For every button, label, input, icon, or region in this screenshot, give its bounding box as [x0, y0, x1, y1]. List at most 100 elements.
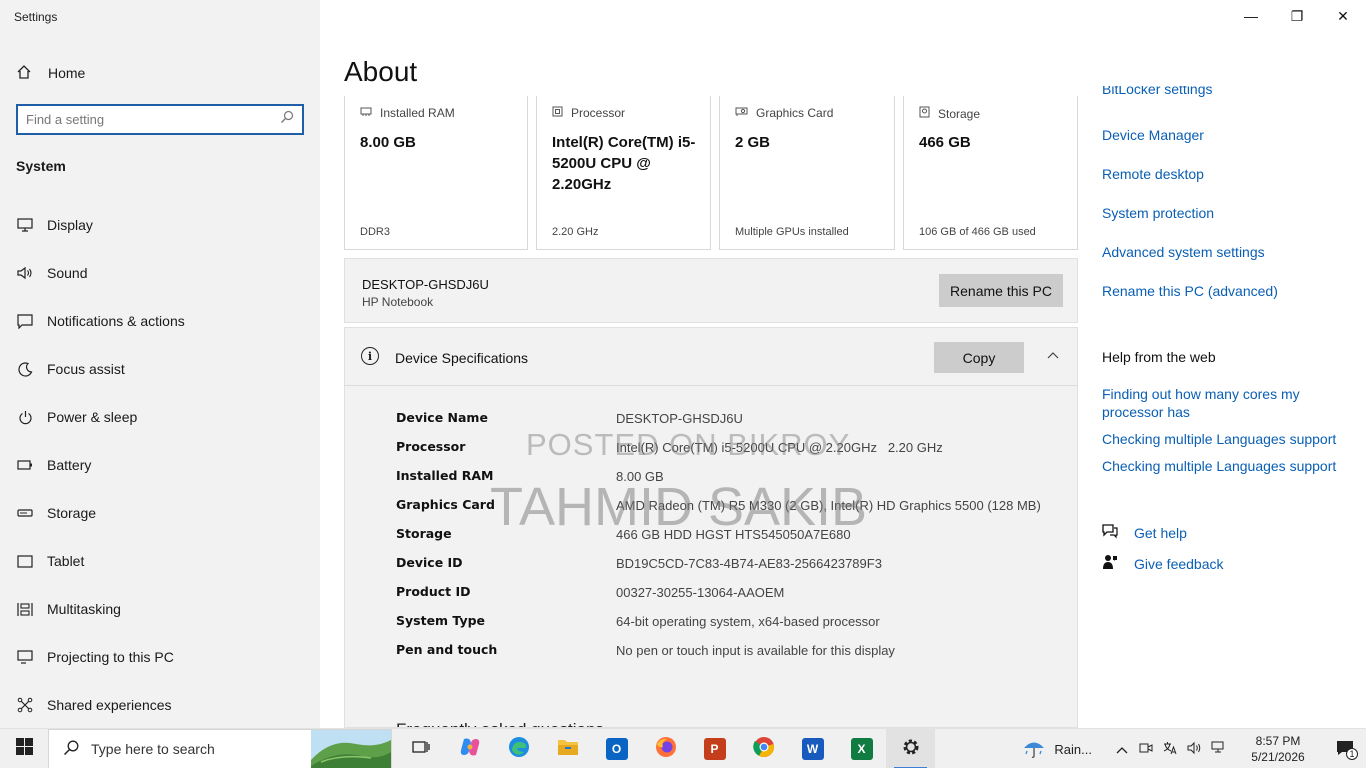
minimize-button[interactable]: — [1228, 0, 1274, 32]
help-link-languages-1[interactable]: Checking multiple Languages support [1102, 430, 1347, 448]
card-value: 8.00 GB [360, 134, 416, 151]
notification-count-badge: 1 [1346, 748, 1358, 760]
nav-item-tablet[interactable]: Tablet [0, 537, 320, 585]
pc-name: DESKTOP-GHSDJ6U [362, 277, 489, 292]
nav-item-sound[interactable]: Sound [0, 249, 320, 297]
link-advanced-system-settings[interactable]: Advanced system settings [1102, 244, 1352, 260]
nav-item-display[interactable]: Display [0, 201, 320, 249]
battery-icon [17, 457, 33, 473]
shared-experiences-icon [17, 697, 33, 713]
card-graphics: Graphics Card 2 GB Multiple GPUs install… [719, 96, 895, 250]
spec-key: Graphics Card [396, 497, 495, 512]
taskbar-clock[interactable]: 8:57 PM 5/21/2026 [1238, 733, 1318, 765]
taskbar: Type here to search O P W X Rain... 8:57… [0, 728, 1366, 768]
card-storage: Storage 466 GB 106 GB of 466 GB used [903, 96, 1078, 250]
link-remote-desktop[interactable]: Remote desktop [1102, 166, 1352, 182]
chevron-up-tray-icon[interactable] [1110, 742, 1134, 757]
get-help-link[interactable]: Get help [1102, 523, 1187, 542]
spec-value: AMD Radeon (TM) R5 M330 (2 GB), Intel(R)… [616, 498, 1041, 513]
nav-item-notifications[interactable]: Notifications & actions [0, 297, 320, 345]
chrome-button[interactable] [739, 729, 788, 768]
link-rename-pc-advanced[interactable]: Rename this PC (advanced) [1102, 283, 1352, 299]
task-view-button[interactable] [396, 729, 445, 768]
nav-item-label: Projecting to this PC [47, 649, 174, 665]
card-value: 466 GB [919, 134, 971, 151]
nav-home[interactable]: Home [16, 62, 85, 84]
help-link-cores[interactable]: Finding out how many cores my processor … [1102, 385, 1347, 421]
card-label: Graphics Card [756, 106, 834, 120]
spec-row-device-name: Device Name DESKTOP-GHSDJ6U [396, 410, 1046, 428]
nav-item-label: Storage [47, 505, 97, 521]
spec-value: 64-bit operating system, x64-based proce… [616, 614, 880, 629]
copilot-button[interactable] [445, 729, 494, 768]
taskbar-search-box[interactable]: Type here to search [48, 729, 392, 768]
network-icon[interactable] [1206, 741, 1230, 757]
spec-row-processor: Processor Intel(R) Core(TM) i5-5200U CPU … [396, 439, 1046, 457]
maximize-button[interactable]: ❐ [1274, 0, 1320, 32]
spec-key: Product ID [396, 584, 471, 599]
get-help-icon [1102, 523, 1118, 542]
file-explorer-button[interactable] [543, 729, 592, 768]
settings-gear-icon [901, 737, 921, 762]
copilot-icon [459, 736, 481, 763]
link-system-protection[interactable]: System protection [1102, 205, 1352, 221]
word-button[interactable]: W [788, 729, 837, 768]
nav-item-label: Battery [47, 457, 92, 473]
outlook-button[interactable]: O [592, 729, 641, 768]
link-bitlocker-settings[interactable]: BitLocker settings [1102, 86, 1352, 100]
nav-item-focus-assist[interactable]: Focus assist [0, 345, 320, 393]
card-processor: Processor Intel(R) Core(TM) i5-5200U CPU… [536, 96, 711, 250]
nav-item-label: Power & sleep [47, 409, 138, 425]
volume-icon[interactable] [1182, 741, 1206, 758]
nav-item-projecting[interactable]: Projecting to this PC [0, 633, 320, 681]
language-icon[interactable] [1158, 741, 1182, 758]
spec-value: No pen or touch input is available for t… [616, 643, 895, 658]
nav-item-power-sleep[interactable]: Power & sleep [0, 393, 320, 441]
spec-row-storage: Storage 466 GB HDD HGST HTS545050A7E680 [396, 526, 1046, 544]
spec-value: 8.00 GB [616, 469, 664, 484]
feedback-icon [1102, 554, 1118, 573]
close-button[interactable]: ✕ [1320, 0, 1366, 32]
search-icon[interactable] [280, 110, 294, 129]
settings-taskbar-button[interactable] [886, 729, 935, 768]
help-link-languages-2[interactable]: Checking multiple Languages support [1102, 457, 1347, 475]
window-controls: — ❐ ✕ [1228, 0, 1366, 32]
nav-item-storage[interactable]: Storage [0, 489, 320, 537]
weather-widget[interactable]: Rain... [1022, 737, 1092, 762]
chevron-up-icon[interactable] [1045, 348, 1061, 364]
powerpoint-icon: P [703, 738, 726, 760]
powerpoint-button[interactable]: P [690, 729, 739, 768]
firefox-button[interactable] [641, 729, 690, 768]
settings-search-box[interactable] [16, 104, 304, 135]
processor-icon [552, 106, 563, 120]
start-button[interactable] [0, 729, 48, 768]
notifications-icon [17, 313, 33, 329]
help-from-web-title: Help from the web [1102, 349, 1216, 365]
settings-nav-pane: Settings Home System Display Sound Notif… [0, 0, 320, 728]
rain-weather-icon [1022, 737, 1046, 762]
spec-key: System Type [396, 613, 486, 628]
edge-button[interactable] [494, 729, 543, 768]
nav-item-battery[interactable]: Battery [0, 441, 320, 489]
nav-item-multitasking[interactable]: Multitasking [0, 585, 320, 633]
link-device-manager[interactable]: Device Manager [1102, 127, 1352, 143]
spec-value: 466 GB HDD HGST HTS545050A7E680 [616, 527, 851, 542]
faq-heading: Frequently asked questions [396, 720, 604, 727]
rename-pc-button[interactable]: Rename this PC [939, 274, 1063, 307]
meet-now-icon[interactable] [1134, 741, 1158, 758]
settings-search-input[interactable] [26, 112, 280, 127]
spec-value: BD19C5CD-7C83-4B74-AE83-2566423789F3 [616, 556, 882, 571]
taskbar-search-icon [63, 740, 79, 759]
give-feedback-link[interactable]: Give feedback [1102, 554, 1224, 573]
device-specifications-header[interactable]: i Device Specifications Copy [345, 328, 1077, 386]
excel-button[interactable]: X [837, 729, 886, 768]
spec-value: DESKTOP-GHSDJ6U [616, 411, 743, 426]
card-sub: DDR3 [360, 226, 390, 238]
notification-center-button[interactable]: 1 [1326, 740, 1366, 760]
storage-drive-icon [919, 106, 930, 121]
system-tray: Rain... 8:57 PM 5/21/2026 1 [1022, 729, 1366, 768]
pc-model: HP Notebook [362, 295, 434, 309]
copy-button[interactable]: Copy [934, 342, 1024, 373]
nav-item-shared-experiences[interactable]: Shared experiences [0, 681, 320, 729]
edge-icon [508, 736, 530, 763]
